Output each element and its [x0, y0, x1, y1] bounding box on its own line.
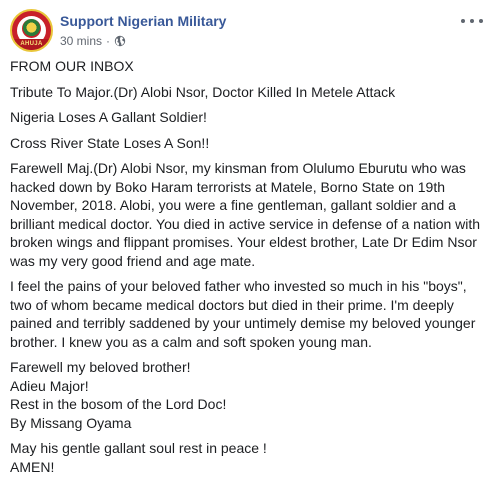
avatar-band: AHUJA — [12, 39, 51, 50]
page-name-link[interactable]: Support Nigerian Military — [60, 13, 226, 29]
final-line: May his gentle gallant soul rest in peac… — [10, 440, 267, 456]
author-line: By Missang Oyama — [10, 414, 132, 431]
post-paragraph: FROM OUR INBOX — [10, 58, 134, 74]
closing-line: Rest in the bosom of the Lord Doc! — [10, 396, 227, 412]
post-meta: 30 mins · — [60, 34, 126, 48]
post-body: FROM OUR INBOX Tribute To Major.(Dr) Alo… — [10, 57, 481, 476]
post-paragraph: Farewell Maj.(Dr) Alobi Nsor, my kinsman… — [10, 160, 481, 269]
avatar-text: AHUJA — [20, 41, 43, 47]
more-options-icon[interactable] — [461, 14, 483, 28]
post-timestamp[interactable]: 30 mins — [60, 34, 102, 48]
page-avatar[interactable]: AHUJA — [10, 9, 53, 52]
closing-block: Farewell my beloved brother! Adieu Major… — [10, 358, 481, 432]
post-paragraph: I feel the pains of your beloved father … — [10, 278, 476, 350]
emblem-icon — [22, 19, 41, 38]
final-block: May his gentle gallant soul rest in peac… — [10, 439, 481, 476]
post-paragraph: Tribute To Major.(Dr) Alobi Nsor, Doctor… — [10, 83, 396, 100]
post-paragraph: Nigeria Loses A Gallant Soldier! — [10, 109, 207, 125]
meta-separator: · — [106, 34, 111, 48]
closing-line: Adieu Major! — [10, 377, 89, 394]
closing-line: Farewell my beloved brother! — [10, 359, 191, 375]
post-header: AHUJA Support Nigerian Military 30 mins … — [10, 9, 483, 53]
facebook-post: AHUJA Support Nigerian Military 30 mins … — [0, 0, 493, 492]
globe-icon[interactable] — [114, 35, 126, 47]
final-line: AMEN! — [10, 458, 55, 475]
post-paragraph: Cross River State Loses A Son!! — [10, 134, 210, 151]
